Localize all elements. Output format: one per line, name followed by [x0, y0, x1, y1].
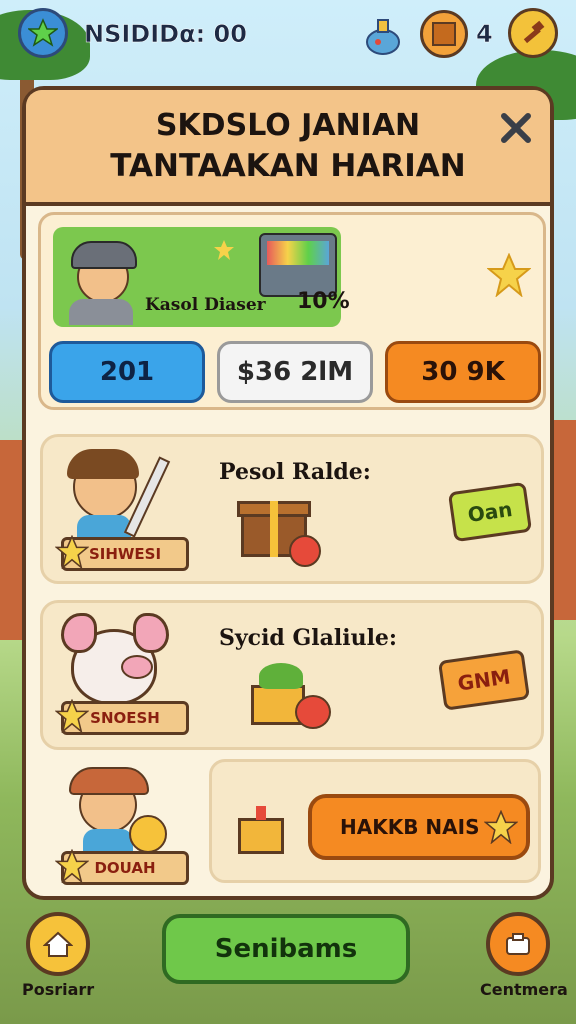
camera-icon [506, 933, 530, 955]
reward-tag[interactable]: GNM [437, 649, 531, 711]
potion-icon[interactable] [364, 16, 402, 56]
camera-button[interactable] [486, 912, 550, 976]
quest-character-boy [57, 765, 167, 857]
hero-card: Kasol Diaser 10% 201 $36 2lM 30 9K [38, 212, 546, 410]
panel-header: SKDSLO JANIAN TANTAAKAN HARIAN [26, 90, 550, 206]
panel-title-line2: TANTAAKAN HARIAN [110, 148, 466, 184]
quest-character-pig [57, 609, 169, 709]
hero-percent: 10% [297, 289, 350, 314]
star-icon [55, 849, 89, 883]
score-readout: ΝSIDIDα: 00 [84, 20, 247, 49]
camera-label: Centmera [480, 980, 568, 999]
quest-label: Sycid Glaliule: [219, 625, 398, 651]
hut-left-icon [0, 440, 24, 640]
gift-box-icon [237, 495, 321, 567]
cash-register-icon [259, 233, 337, 297]
star-icon [55, 535, 89, 569]
hero-banner: Kasol Diaser 10% [53, 227, 350, 327]
crate-icon [420, 10, 468, 58]
quest-row[interactable]: SNOESH Sycid Glaliule: GNM [40, 600, 544, 750]
star-icon [55, 699, 89, 733]
reward-tag[interactable]: Oan [447, 481, 533, 543]
quest-row[interactable]: DOUAH HAKKB NAIS [40, 759, 544, 888]
profile-star-button[interactable] [18, 8, 68, 58]
quest-character-girl [57, 445, 171, 545]
home-button[interactable] [26, 912, 90, 976]
quest-label: Pesol Ralde: [219, 459, 371, 485]
close-button[interactable] [498, 110, 534, 146]
star-icon [28, 18, 58, 47]
close-icon [501, 113, 531, 143]
crate-count: 4 [476, 20, 493, 49]
star-icon [484, 810, 518, 844]
hero-name: Kasol Diaser [145, 295, 266, 315]
top-hud: ΝSIDIDα: 00 4 [0, 8, 576, 64]
claim-panel: HAKKB NAIS [209, 759, 541, 883]
quest-row[interactable]: SIHWESI Pesol Ralde: Oan [40, 434, 544, 584]
panel-title-line1: SKDSLO JANIAN [155, 108, 421, 143]
hammer-icon [523, 20, 545, 44]
hammer-button[interactable] [508, 8, 558, 58]
stat-orange-button[interactable]: 30 9K [385, 341, 541, 403]
claim-button-label: HAKKB NAIS [340, 815, 480, 839]
fruit-basket-icon [251, 661, 331, 729]
main-action-button[interactable]: Senibams [162, 914, 410, 984]
daily-quests-panel: SKDSLO JANIAN TANTAAKAN HARIAN Kasol Dia… [22, 86, 554, 900]
home-icon [43, 931, 73, 957]
stat-blue-button[interactable]: 201 [49, 341, 205, 403]
sparkle-star-icon [214, 240, 234, 260]
claim-button[interactable]: HAKKB NAIS [308, 794, 530, 860]
small-crate-icon [238, 806, 284, 854]
home-label: Posriarr [22, 980, 95, 999]
player-avatar [63, 233, 139, 325]
star-icon [487, 253, 531, 297]
crate-counter[interactable]: 4 [420, 10, 500, 60]
stat-white-button[interactable]: $36 2lM [217, 341, 373, 403]
